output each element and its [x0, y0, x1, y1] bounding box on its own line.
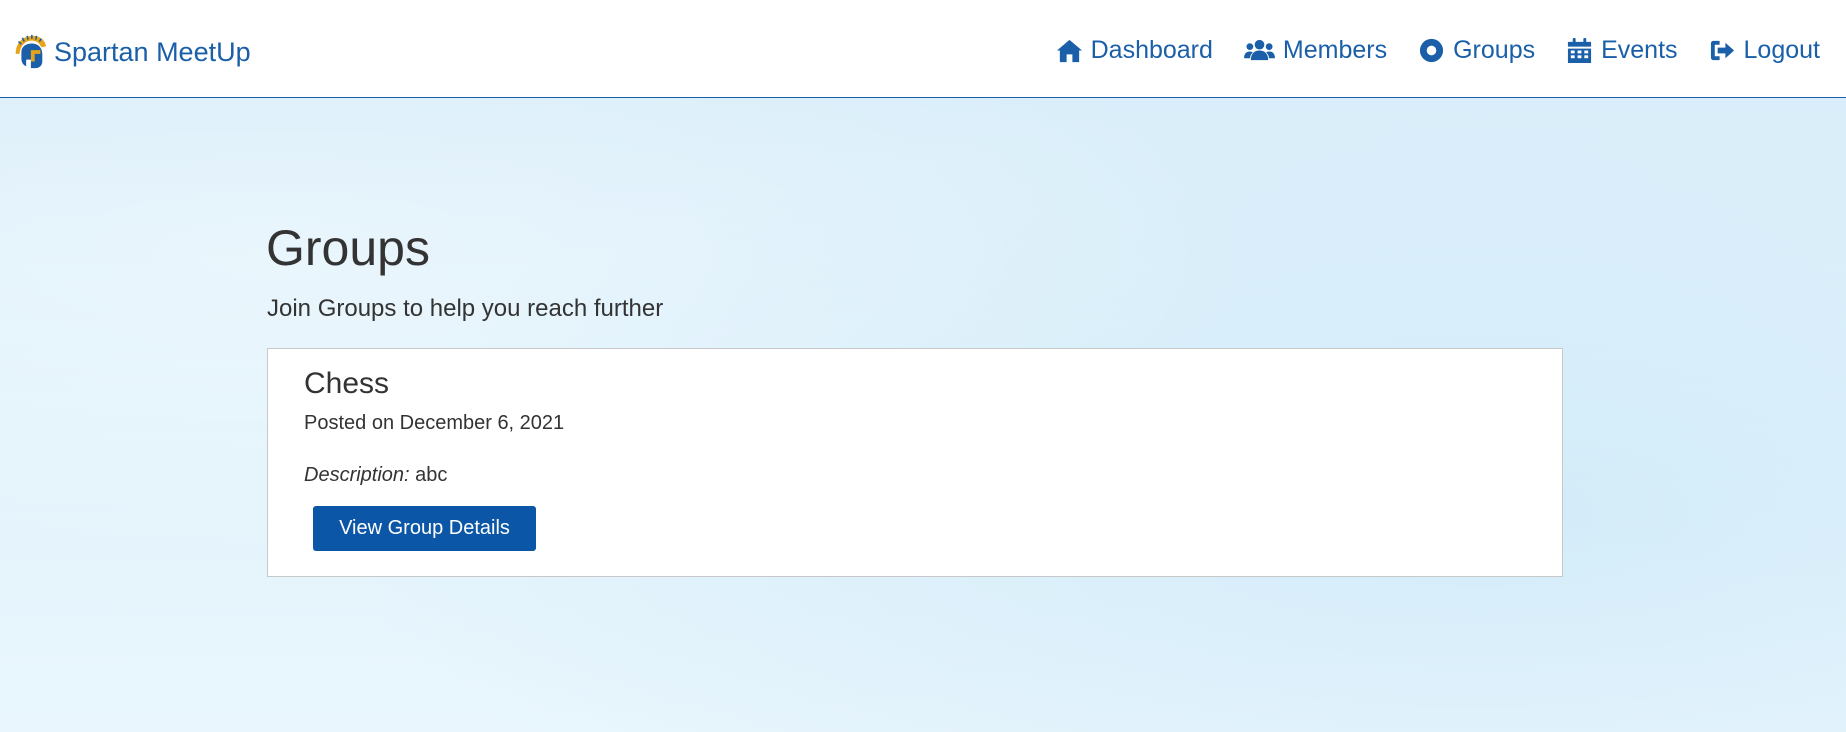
logout-icon — [1710, 40, 1734, 60]
group-card: Chess Posted on December 6, 2021 Descrip… — [267, 348, 1563, 577]
users-icon — [1243, 39, 1275, 60]
navbar: Spartan MeetUp Dashboard Members Groups … — [0, 0, 1846, 98]
nav-events[interactable]: Events — [1566, 35, 1678, 65]
nav-dashboard-label: Dashboard — [1090, 35, 1213, 64]
nav-logout-label: Logout — [1743, 35, 1820, 64]
nav-dashboard[interactable]: Dashboard — [1056, 36, 1213, 65]
nav-events-label: Events — [1601, 35, 1678, 64]
home-icon — [1056, 39, 1082, 62]
nav-groups[interactable]: Groups — [1418, 36, 1535, 65]
group-name: Chess — [304, 367, 390, 400]
group-description: Description: abc — [304, 463, 447, 487]
page-title: Groups — [266, 220, 430, 276]
nav-logout[interactable]: Logout — [1709, 36, 1820, 65]
main-nav: Dashboard Members Groups Events Logout — [1025, 30, 1820, 70]
group-posted-date: Posted on December 6, 2021 — [304, 412, 565, 434]
description-label: Description: — [304, 464, 410, 486]
dot-circle-icon — [1420, 38, 1444, 62]
brand-name: Spartan MeetUp — [54, 36, 251, 67]
description-text: abc — [415, 464, 448, 486]
brand-link[interactable]: Spartan MeetUp — [10, 32, 251, 72]
view-group-details-button[interactable]: View Group Details — [313, 506, 536, 551]
calendar-icon — [1568, 37, 1592, 63]
page-subtitle: Join Groups to help you reach further — [267, 295, 664, 322]
spartan-helmet-icon — [15, 34, 47, 69]
nav-members[interactable]: Members — [1243, 35, 1388, 65]
nav-members-label: Members — [1282, 35, 1388, 64]
nav-groups-label: Groups — [1453, 35, 1536, 64]
